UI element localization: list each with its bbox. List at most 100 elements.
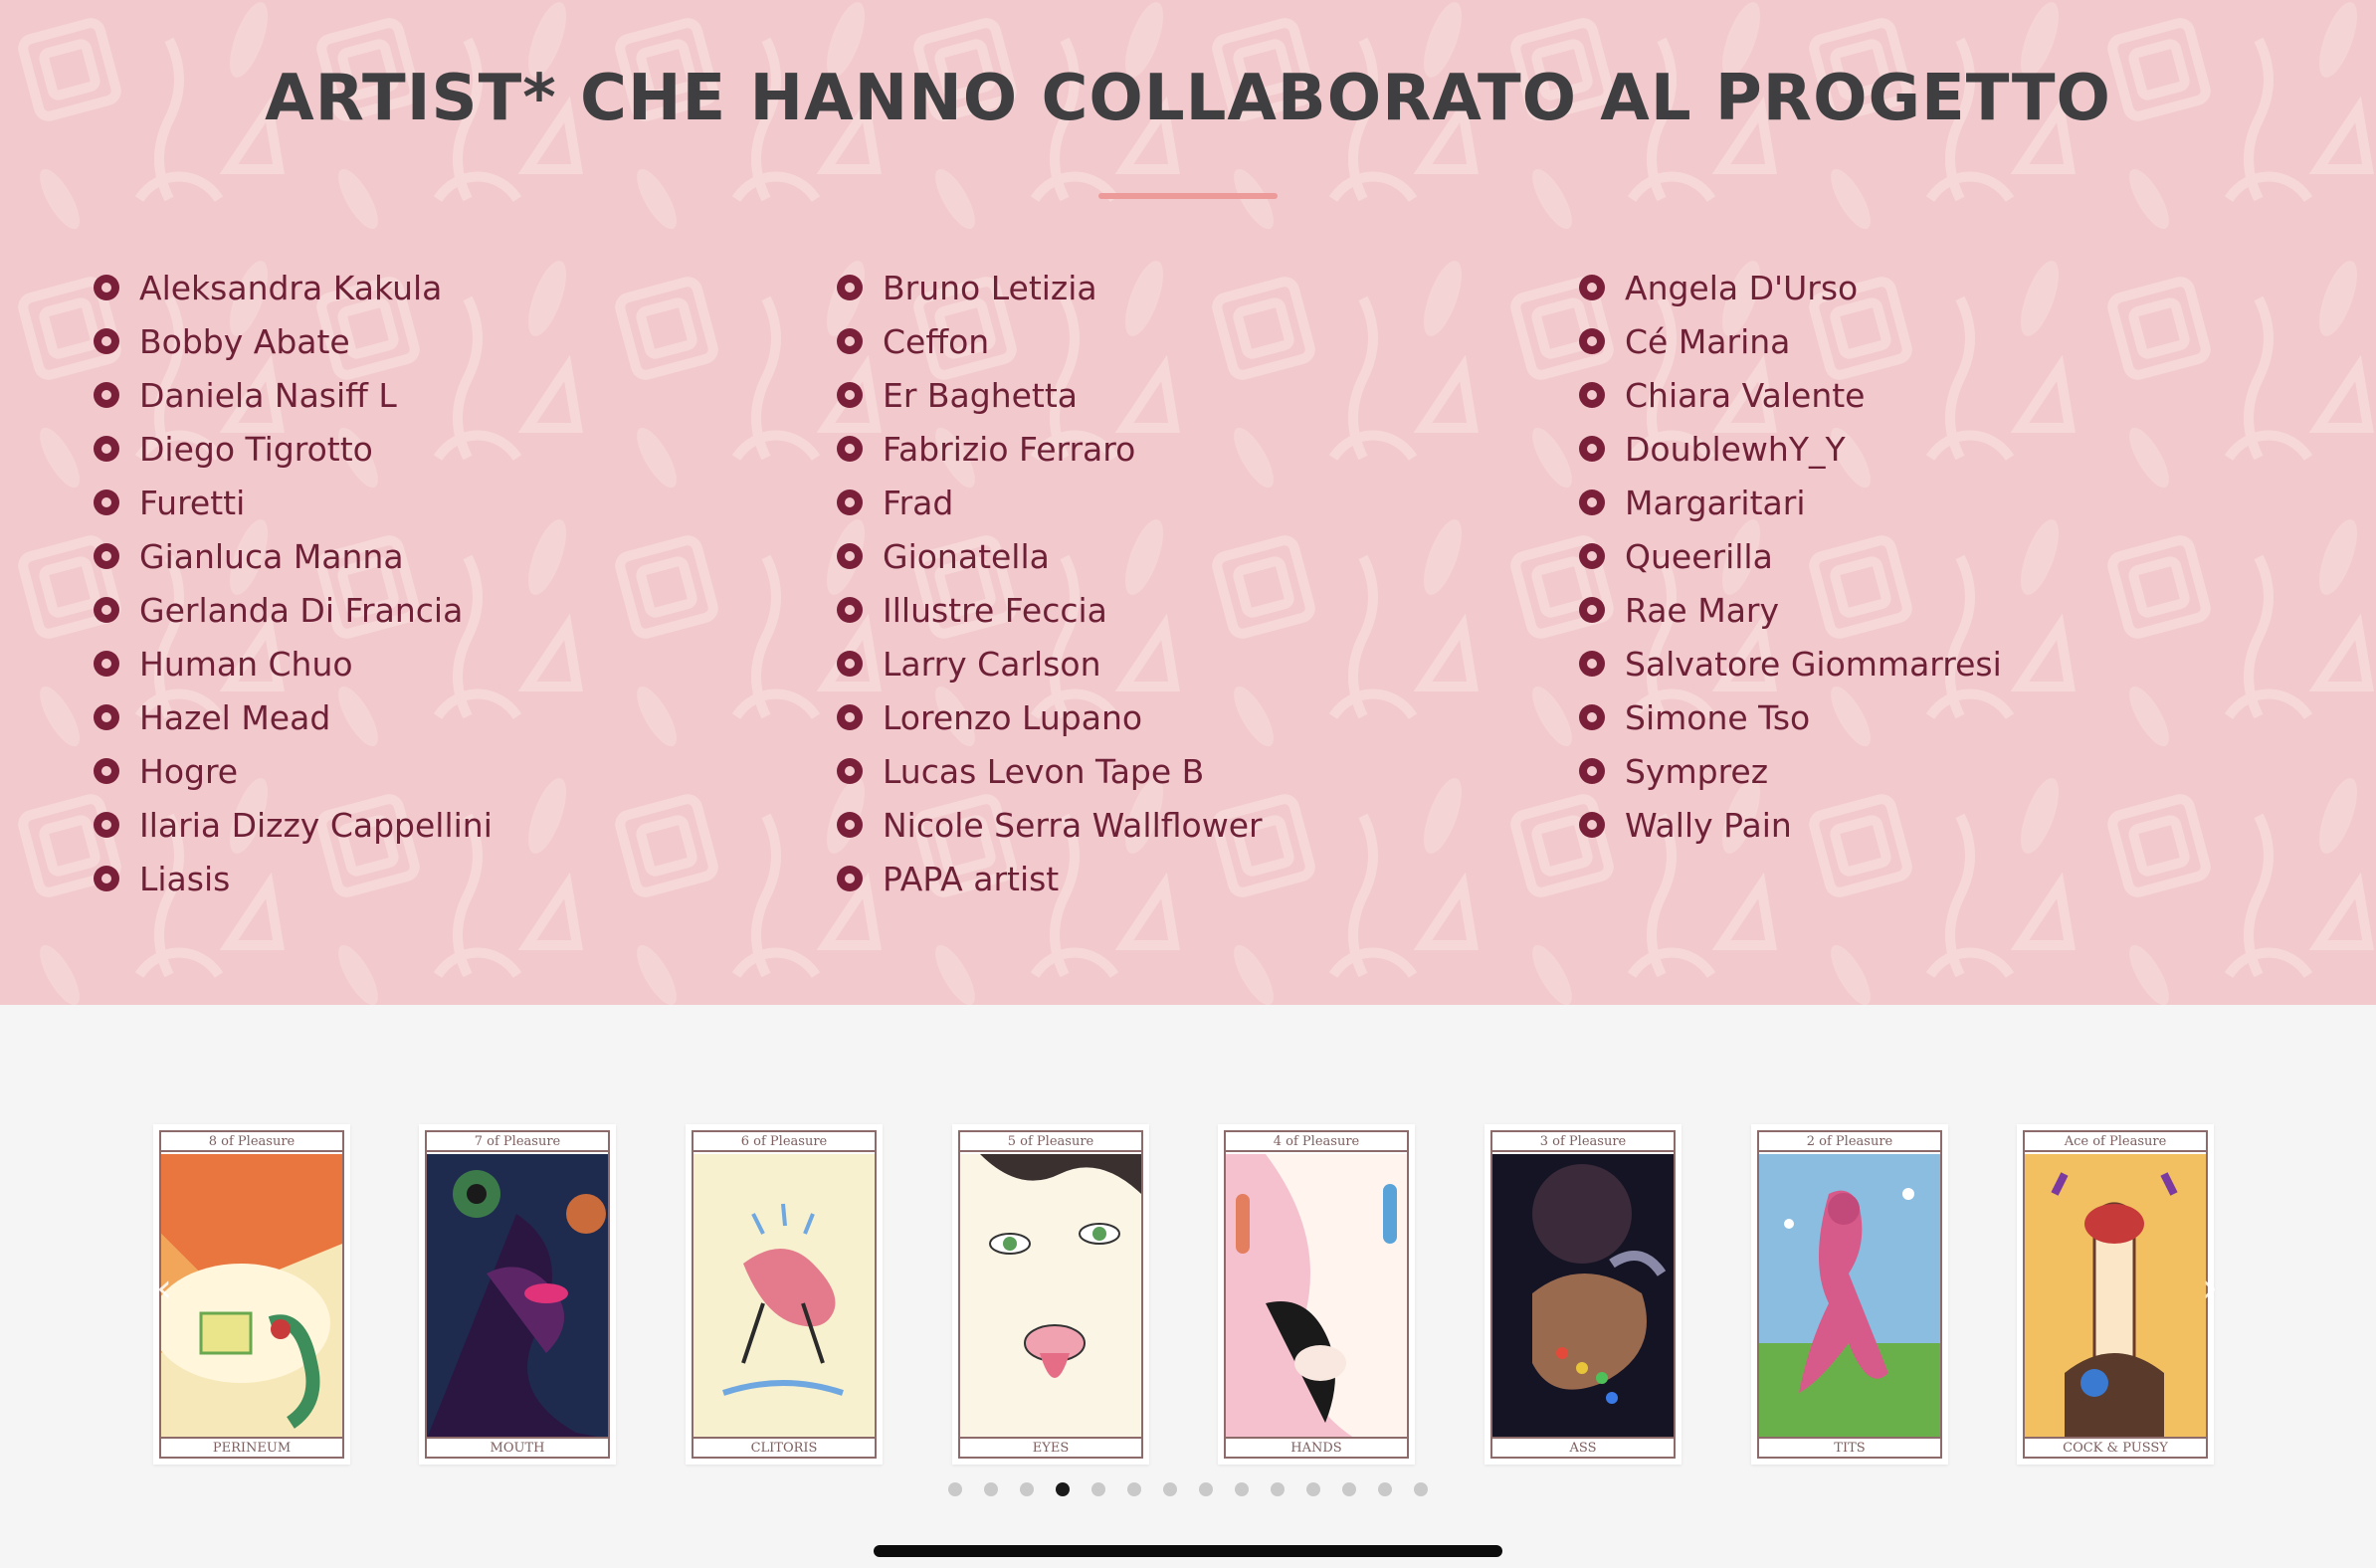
pagination-dot[interactable] (1056, 1482, 1070, 1496)
artist-name: Lorenzo Lupano (883, 697, 1143, 737)
tarot-card[interactable]: 8 of Pleasure PERINEUM (153, 1124, 350, 1465)
pagination-dot[interactable] (984, 1482, 998, 1496)
tarot-card[interactable]: 4 of Pleasure HANDS (1218, 1124, 1415, 1465)
bullet-icon (1579, 436, 1605, 462)
tarot-card[interactable]: 6 of Pleasure CLITORIS (686, 1124, 883, 1465)
artists-section: ARTIST* CHE HANNO COLLABORATO AL PROGETT… (0, 0, 2376, 1005)
tarot-card[interactable]: Ace of Pleasure COCK & PUSSY (2017, 1124, 2214, 1465)
bullet-icon (94, 543, 119, 569)
bullet-icon (837, 382, 863, 408)
chevron-left-icon[interactable]: ‹ (149, 1266, 179, 1311)
card-title: 6 of Pleasure (693, 1132, 875, 1152)
bullet-icon (94, 597, 119, 623)
card-title: 4 of Pleasure (1226, 1132, 1407, 1152)
artist-name: Rae Mary (1625, 590, 1780, 630)
pagination-dot[interactable] (1414, 1482, 1428, 1496)
pagination-dot[interactable] (1271, 1482, 1285, 1496)
artist-name: DoublewhY_Y (1625, 429, 1846, 469)
bullet-icon (1579, 597, 1605, 623)
chevron-right-icon[interactable]: › (2195, 1266, 2225, 1311)
card-illustration (161, 1154, 342, 1439)
pagination-dot[interactable] (1342, 1482, 1356, 1496)
carousel-pagination (0, 1482, 2376, 1496)
card-title: 3 of Pleasure (1492, 1132, 1674, 1152)
bullet-icon (837, 543, 863, 569)
tarot-card[interactable]: 3 of Pleasure ASS (1485, 1124, 1682, 1465)
artist-list-item: Daniela Nasiff L (94, 368, 493, 422)
artist-list-item: Diego Tigrotto (94, 422, 493, 476)
artist-name: Margaritari (1625, 483, 1806, 522)
bullet-icon (94, 490, 119, 515)
card-illustration (960, 1154, 1141, 1439)
home-indicator (874, 1545, 1502, 1557)
card-frame: 8 of Pleasure PERINEUM (159, 1130, 344, 1459)
card-caption: CLITORIS (693, 1437, 875, 1457)
pagination-dot[interactable] (948, 1482, 962, 1496)
artist-name: Hogre (139, 751, 239, 791)
tarot-carousel: 8 of Pleasure PERINEUM 7 of Pleasure MOUTH 6… (0, 1005, 2376, 1568)
bullet-icon (1579, 758, 1605, 784)
pagination-dot[interactable] (1163, 1482, 1177, 1496)
bullet-icon (1579, 382, 1605, 408)
artist-name: Furetti (139, 483, 246, 522)
card-caption: TITS (1759, 1437, 1940, 1457)
artist-name: Angela D'Urso (1625, 268, 1859, 307)
artist-name: Bruno Letizia (883, 268, 1097, 307)
card-frame: Ace of Pleasure COCK & PUSSY (2023, 1130, 2208, 1459)
bullet-icon (837, 275, 863, 300)
artist-name: Er Baghetta (883, 375, 1079, 415)
card-art-image (427, 1154, 608, 1439)
artist-list-item: Angela D'Urso (1579, 261, 2002, 314)
bullet-icon (94, 758, 119, 784)
artist-list-item: Queerilla (1579, 529, 2002, 583)
pagination-dot[interactable] (1020, 1482, 1034, 1496)
artist-name: Chiara Valente (1625, 375, 1866, 415)
card-title: 7 of Pleasure (427, 1132, 608, 1152)
bullet-icon (94, 704, 119, 730)
artist-list-item: Rae Mary (1579, 583, 2002, 637)
artist-list-item: Bruno Letizia (837, 261, 1263, 314)
artist-column-3: Angela D'Urso Cé Marina Chiara Valente Doub… (1579, 261, 2002, 852)
card-illustration (1759, 1154, 1940, 1439)
tarot-card[interactable]: 5 of Pleasure EYES (952, 1124, 1149, 1465)
artist-list-item: Frad (837, 476, 1263, 529)
card-art-image (1759, 1154, 1940, 1439)
pagination-dot[interactable] (1091, 1482, 1105, 1496)
bullet-icon (837, 490, 863, 515)
pagination-dot[interactable] (1127, 1482, 1141, 1496)
card-caption: MOUTH (427, 1437, 608, 1457)
artist-name: Daniela Nasiff L (139, 375, 397, 415)
bullet-icon (94, 812, 119, 838)
artist-list-item: Gerlanda Di Francia (94, 583, 493, 637)
artist-list-item: Larry Carlson (837, 637, 1263, 690)
artist-list-item: Lorenzo Lupano (837, 690, 1263, 744)
card-title: 2 of Pleasure (1759, 1132, 1940, 1152)
artist-name: Fabrizio Ferraro (883, 429, 1136, 469)
card-illustration (1226, 1154, 1407, 1439)
card-title: 8 of Pleasure (161, 1132, 342, 1152)
pagination-dot[interactable] (1378, 1482, 1392, 1496)
pagination-dot[interactable] (1199, 1482, 1213, 1496)
card-illustration (2025, 1154, 2206, 1439)
card-art-image (1492, 1154, 1674, 1439)
artist-list-item: Simone Tso (1579, 690, 2002, 744)
artist-list-item: Nicole Serra Wallflower (837, 798, 1263, 852)
bullet-icon (1579, 543, 1605, 569)
artist-name: Aleksandra Kakula (139, 268, 443, 307)
tarot-card[interactable]: 7 of Pleasure MOUTH (419, 1124, 616, 1465)
pagination-dot[interactable] (1306, 1482, 1320, 1496)
pagination-dot[interactable] (1235, 1482, 1249, 1496)
title-underline (1098, 193, 1278, 199)
card-title: 5 of Pleasure (960, 1132, 1141, 1152)
card-art-image (2025, 1154, 2206, 1439)
card-frame: 7 of Pleasure MOUTH (425, 1130, 610, 1459)
bullet-icon (837, 758, 863, 784)
card-art-image (161, 1154, 342, 1439)
bullet-icon (94, 436, 119, 462)
artist-name: Human Chuo (139, 644, 353, 684)
bullet-icon (1579, 704, 1605, 730)
card-art-image (1226, 1154, 1407, 1439)
bullet-icon (1579, 328, 1605, 354)
artist-name: Gionatella (883, 536, 1050, 576)
tarot-card[interactable]: 2 of Pleasure TITS (1751, 1124, 1948, 1465)
